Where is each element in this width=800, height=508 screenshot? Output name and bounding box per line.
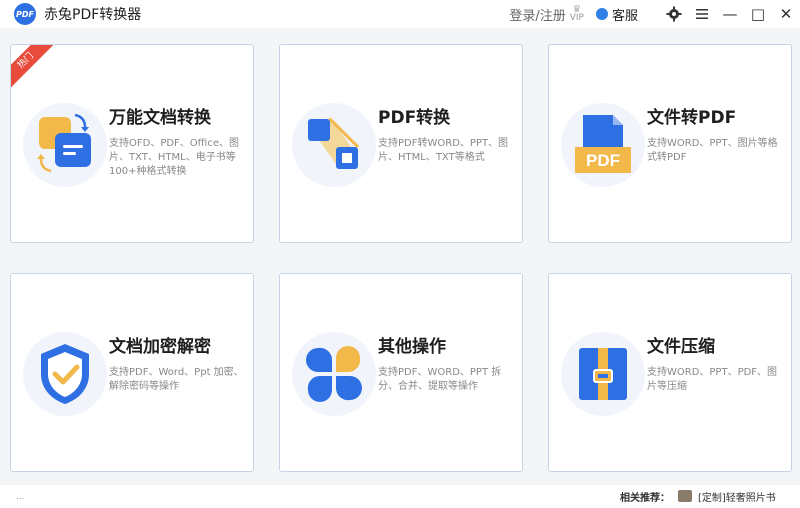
pdf-icon-label: PDF [586,151,620,170]
card-description: 支持OFD、PDF、Office、图片、TXT、HTML、电子书等100+种格式… [109,138,239,177]
hot-badge: 热门 [11,45,56,91]
card-title: 文档加密解密 [109,337,211,357]
card-universal-convert[interactable]: 热门 万能文档转换 支持OFD、PDF、Office、图片、TXT、HTML、电… [10,44,254,243]
app-logo: PDF [14,3,36,25]
vip-label: VIP [569,13,584,23]
gear-icon[interactable] [660,0,688,28]
card-title: 文件转PDF [647,108,737,128]
card-description: 支持PDF、WORD、PPT 拆分、合并、提取等操作 [378,367,502,392]
title-bar: PDF 赤兔PDF转换器 登录/注册 ♛ VIP 客服 — □ ✕ [0,0,800,28]
maximize-button[interactable]: □ [744,0,772,28]
minimize-button[interactable]: — [716,0,744,28]
bottom-bar: ... 相关推荐： [定制]轻奢照片书 [0,485,800,508]
card-description: 支持PDF转WORD、PPT、图片、HTML、TXT等格式 [378,138,509,163]
login-register-link[interactable]: 登录/注册 [509,5,565,24]
card-title: PDF转换 [378,108,451,128]
zip-icon [561,332,645,416]
customer-service-button[interactable]: 客服 [595,5,638,24]
recommend-link[interactable]: [定制]轻奢照片书 [698,489,776,504]
card-file-compress[interactable]: 文件压缩 支持WORD、PPT、PDF、图片等压缩 [548,273,792,472]
file-to-pdf-icon: PDF [561,103,645,187]
status-dots: ... [16,491,25,502]
recommend-label: 相关推荐： [620,493,670,504]
photo-book-thumbnail[interactable] [678,490,692,502]
card-pdf-convert[interactable]: PDF转换 支持PDF转WORD、PPT、图片、HTML、TXT等格式 [279,44,523,243]
card-title: 其他操作 [378,337,446,357]
close-button[interactable]: ✕ [772,0,800,28]
card-description: 支持WORD、PPT、图片等格式转PDF [647,138,778,163]
card-description: 支持PDF、Word、Ppt 加密、解除密码等操作 [109,367,244,392]
card-description: 支持WORD、PPT、PDF、图片等压缩 [647,367,778,392]
petals-icon [292,332,376,416]
hamburger-icon[interactable] [688,0,716,28]
card-other-operations[interactable]: 其他操作 支持PDF、WORD、PPT 拆分、合并、提取等操作 [279,273,523,472]
card-file-to-pdf[interactable]: PDF 文件转PDF 支持WORD、PPT、图片等格式转PDF [548,44,792,243]
service-label: 客服 [611,8,638,24]
pdf-convert-icon [292,103,376,187]
card-title: 文件压缩 [647,337,715,357]
card-title: 万能文档转换 [109,108,211,128]
card-encrypt-decrypt[interactable]: 文档加密解密 支持PDF、Word、Ppt 加密、解除密码等操作 [10,273,254,472]
shield-check-icon [23,332,107,416]
service-icon [595,8,608,20]
universal-convert-icon [23,103,107,187]
vip-badge[interactable]: ♛ VIP [569,5,584,23]
feature-grid: 热门 万能文档转换 支持OFD、PDF、Office、图片、TXT、HTML、电… [0,28,800,485]
app-title: 赤兔PDF转换器 [44,7,142,23]
